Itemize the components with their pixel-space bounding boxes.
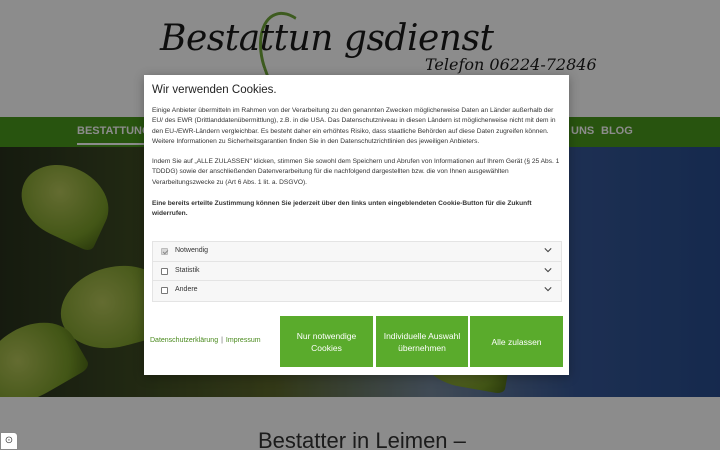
- dialog-text-revoke: Eine bereits erteilte Zustimmung können …: [152, 200, 532, 218]
- chevron-down-icon[interactable]: [544, 266, 552, 274]
- chevron-down-icon[interactable]: [544, 285, 552, 293]
- category-label: Andere: [175, 286, 198, 293]
- imprint-link[interactable]: Impressum: [226, 337, 261, 344]
- category-row-notwendig[interactable]: Notwendig: [153, 242, 561, 262]
- accept-all-button[interactable]: Alle zulassen: [470, 316, 563, 367]
- category-checkbox-andere[interactable]: [161, 287, 168, 294]
- dialog-title: Wir verwenden Cookies.: [152, 84, 277, 96]
- cookie-category-list: Notwendig Statistik Andere: [152, 241, 562, 302]
- category-row-statistik[interactable]: Statistik: [153, 261, 561, 281]
- privacy-policy-link[interactable]: Datenschutzerklärung: [150, 337, 218, 344]
- category-label: Statistik: [175, 266, 200, 274]
- cookie-settings-button[interactable]: ⊙: [0, 432, 18, 450]
- dialog-text-data-transfer: Einige Anbieter übermitteln im Rahmen vo…: [152, 107, 556, 146]
- necessary-cookies-button[interactable]: Nur notwendige Cookies: [280, 316, 373, 367]
- chevron-down-icon[interactable]: [544, 246, 552, 254]
- cookie-settings-icon: ⊙: [4, 435, 14, 446]
- footer-links: Datenschutzerklärung | Impressum: [150, 337, 261, 344]
- category-row-andere[interactable]: Andere: [153, 281, 561, 301]
- category-checkbox-notwendig: [161, 248, 168, 255]
- dialog-text-consent: Indem Sie auf „ALLE ZULASSEN" klicken, s…: [152, 158, 560, 186]
- save-individual-selection-button[interactable]: Individuelle Auswahl übernehmen: [376, 316, 468, 367]
- link-separator: |: [221, 337, 223, 344]
- cookie-consent-dialog: Wir verwenden Cookies. Einige Anbieter ü…: [144, 75, 569, 375]
- category-label: Notwendig: [175, 247, 209, 254]
- category-checkbox-statistik[interactable]: [161, 267, 168, 275]
